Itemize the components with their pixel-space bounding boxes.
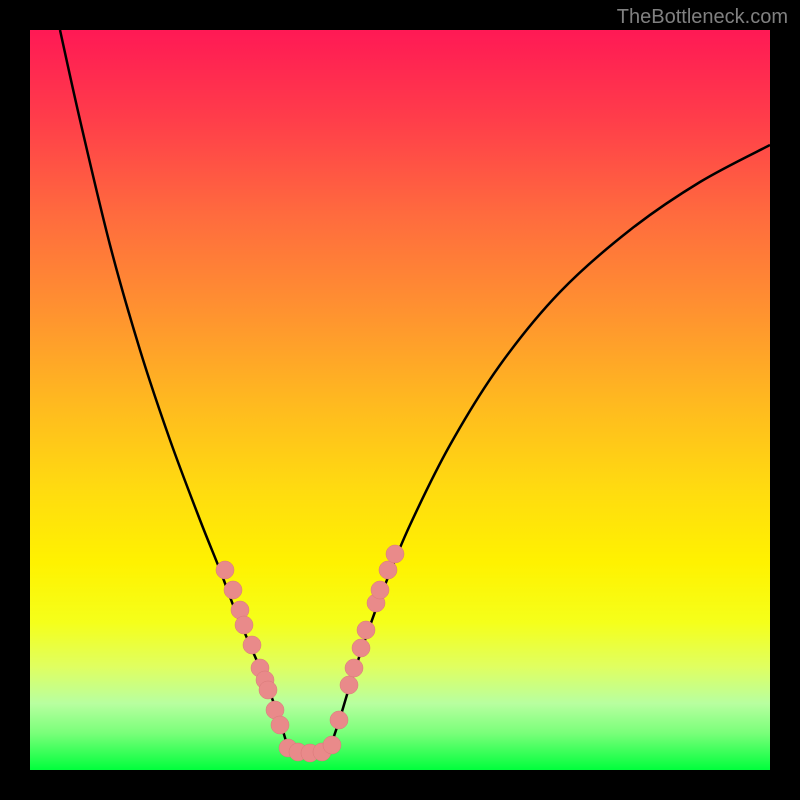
marker-dot [271, 716, 289, 734]
marker-dot [259, 681, 277, 699]
marker-dot [340, 676, 358, 694]
marker-dot [323, 736, 341, 754]
chart-container: TheBottleneck.com [0, 0, 800, 800]
plot-area [30, 30, 770, 770]
marker-dot [386, 545, 404, 563]
marker-dot [330, 711, 348, 729]
curve-right-branch [330, 145, 770, 748]
curve-svg [30, 30, 770, 770]
marker-dot [243, 636, 261, 654]
marker-group [216, 545, 404, 762]
marker-dot [352, 639, 370, 657]
marker-dot [371, 581, 389, 599]
marker-dot [235, 616, 253, 634]
watermark-text: TheBottleneck.com [617, 6, 788, 29]
marker-dot [216, 561, 234, 579]
marker-dot [345, 659, 363, 677]
marker-dot [379, 561, 397, 579]
marker-dot [357, 621, 375, 639]
marker-dot [224, 581, 242, 599]
